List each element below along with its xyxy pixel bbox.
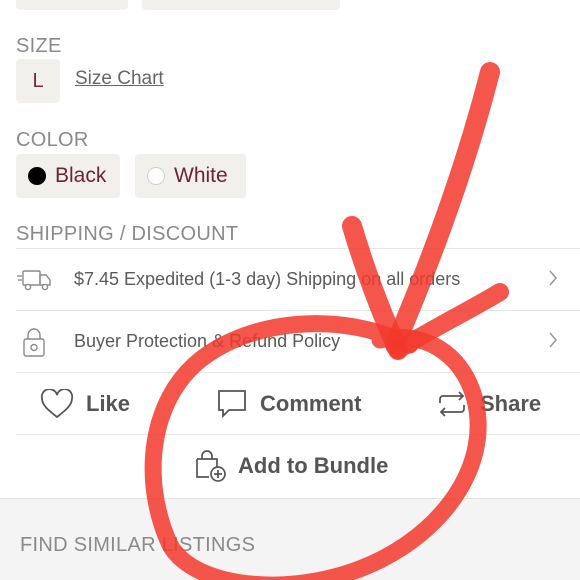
- black-swatch-icon: [28, 167, 46, 185]
- shipping-row-text: $7.45 Expedited (1-3 day) Shipping on al…: [74, 269, 461, 289]
- color-option-label: Black: [55, 164, 107, 187]
- shipping-row[interactable]: $7.45 Expedited (1-3 day) Shipping on al…: [16, 248, 580, 310]
- bundle-add-icon: [196, 450, 226, 482]
- add-to-bundle-button[interactable]: Add to Bundle: [194, 449, 388, 483]
- color-section-label: COLOR: [16, 129, 89, 151]
- comment-icon: [218, 390, 246, 419]
- share-icon: [439, 391, 465, 417]
- shipping-section-label: SHIPPING / DISCOUNT: [16, 223, 239, 245]
- heart-icon: [40, 389, 74, 419]
- bundle-row: Add to Bundle: [16, 434, 580, 498]
- size-section-label: SIZE: [16, 35, 62, 57]
- chevron-right-icon: [548, 331, 558, 354]
- comment-button[interactable]: Comment: [216, 373, 361, 435]
- like-button[interactable]: Like: [40, 373, 130, 435]
- color-option-black[interactable]: Black: [16, 154, 120, 198]
- size-chip-selected[interactable]: L: [16, 59, 60, 103]
- truck-icon: [16, 265, 52, 295]
- find-similar-listings-heading: FIND SIMILAR LISTINGS: [20, 534, 256, 556]
- lock-icon: [16, 327, 52, 357]
- previous-option-chip[interactable]: [16, 0, 128, 10]
- like-label: Like: [86, 391, 131, 416]
- buyer-protection-text: Buyer Protection & Refund Policy: [74, 331, 341, 351]
- share-label: Share: [480, 391, 542, 416]
- add-to-bundle-label: Add to Bundle: [238, 453, 389, 478]
- comment-label: Comment: [260, 391, 362, 416]
- chevron-right-icon: [548, 269, 558, 292]
- white-swatch-icon: [147, 167, 165, 185]
- size-chart-link[interactable]: Size Chart: [75, 68, 164, 90]
- share-button[interactable]: Share: [436, 373, 541, 435]
- social-actions-bar: Like Comment Share: [16, 372, 580, 434]
- color-option-label: White: [174, 164, 228, 187]
- buyer-protection-row[interactable]: Buyer Protection & Refund Policy: [16, 310, 580, 372]
- previous-option-chip[interactable]: [142, 0, 340, 10]
- color-option-white[interactable]: White: [135, 154, 246, 198]
